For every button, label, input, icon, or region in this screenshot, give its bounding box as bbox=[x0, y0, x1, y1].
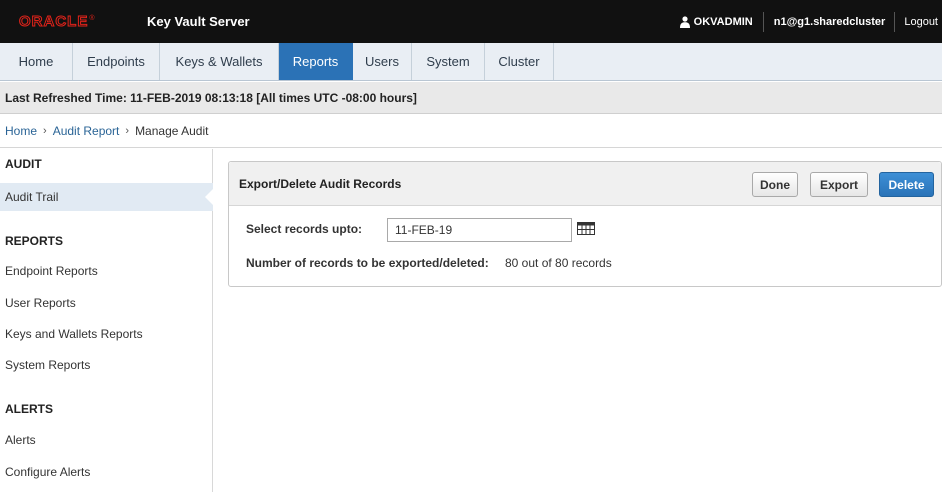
username-link[interactable]: OKVADMIN bbox=[694, 16, 753, 28]
tab-system[interactable]: System bbox=[412, 43, 485, 80]
sidebar-item-alerts[interactable]: Alerts bbox=[5, 433, 36, 447]
panel-title: Export/Delete Audit Records bbox=[239, 177, 402, 191]
sidebar-heading-reports: REPORTS bbox=[5, 234, 64, 248]
product-title: Key Vault Server bbox=[147, 14, 250, 29]
tab-keys-wallets[interactable]: Keys & Wallets bbox=[160, 43, 279, 80]
tab-reports[interactable]: Reports bbox=[279, 43, 353, 80]
sidebar-heading-alerts: ALERTS bbox=[5, 402, 53, 416]
select-records-label: Select records upto: bbox=[246, 222, 363, 236]
breadcrumb: Home › Audit Report › Manage Audit bbox=[0, 115, 942, 148]
sidebar-item-user-reports[interactable]: User Reports bbox=[5, 296, 76, 310]
tab-users[interactable]: Users bbox=[353, 43, 412, 80]
tab-cluster[interactable]: Cluster bbox=[485, 43, 554, 80]
person-icon bbox=[679, 15, 690, 28]
sidebar-item-system-reports[interactable]: System Reports bbox=[5, 358, 90, 372]
sidebar-item-keys-wallets-reports[interactable]: Keys and Wallets Reports bbox=[5, 327, 143, 341]
records-date-input[interactable] bbox=[387, 218, 572, 242]
cluster-name: n1@g1.sharedcluster bbox=[773, 15, 886, 28]
user-area: OKVADMIN n1@g1.sharedcluster Logout bbox=[679, 0, 942, 43]
breadcrumb-audit-report[interactable]: Audit Report bbox=[53, 124, 120, 138]
done-button[interactable]: Done bbox=[752, 172, 798, 197]
records-count-value: 80 out of 80 records bbox=[505, 256, 612, 270]
delete-button[interactable]: Delete bbox=[879, 172, 934, 197]
export-button[interactable]: Export bbox=[810, 172, 868, 197]
breadcrumb-separator: › bbox=[43, 125, 47, 137]
logo-registered-mark: ® bbox=[89, 15, 95, 22]
sidebar-heading-audit: AUDIT bbox=[5, 157, 42, 171]
sidebar-active-pointer bbox=[205, 188, 214, 206]
main-nav: Home Endpoints Keys & Wallets Reports Us… bbox=[0, 43, 942, 81]
calendar-icon[interactable] bbox=[576, 220, 596, 236]
breadcrumb-separator: › bbox=[125, 125, 130, 137]
tab-endpoints[interactable]: Endpoints bbox=[73, 43, 160, 80]
sidebar-item-endpoint-reports[interactable]: Endpoint Reports bbox=[5, 264, 98, 278]
top-header: ORACLE ® Key Vault Server OKVADMIN n1@g1… bbox=[0, 0, 942, 43]
panel-header: Export/Delete Audit Records Done Export … bbox=[229, 162, 941, 206]
sidebar: AUDIT Audit Trail REPORTS Endpoint Repor… bbox=[0, 149, 214, 492]
records-count-label: Number of records to be exported/deleted… bbox=[246, 256, 489, 270]
logo-text: ORACLE bbox=[18, 13, 89, 30]
breadcrumb-home[interactable]: Home bbox=[5, 124, 37, 138]
tab-home[interactable]: Home bbox=[0, 43, 73, 80]
sidebar-item-configure-alerts[interactable]: Configure Alerts bbox=[5, 465, 90, 479]
last-refreshed-bar: Last Refreshed Time: 11-FEB-2019 08:13:1… bbox=[0, 82, 942, 114]
logout-link[interactable]: Logout bbox=[895, 16, 942, 28]
export-delete-panel: Export/Delete Audit Records Done Export … bbox=[228, 161, 942, 287]
breadcrumb-current: Manage Audit bbox=[135, 124, 209, 138]
sidebar-item-audit-trail[interactable]: Audit Trail bbox=[5, 190, 58, 204]
oracle-logo: ORACLE ® bbox=[18, 13, 95, 30]
